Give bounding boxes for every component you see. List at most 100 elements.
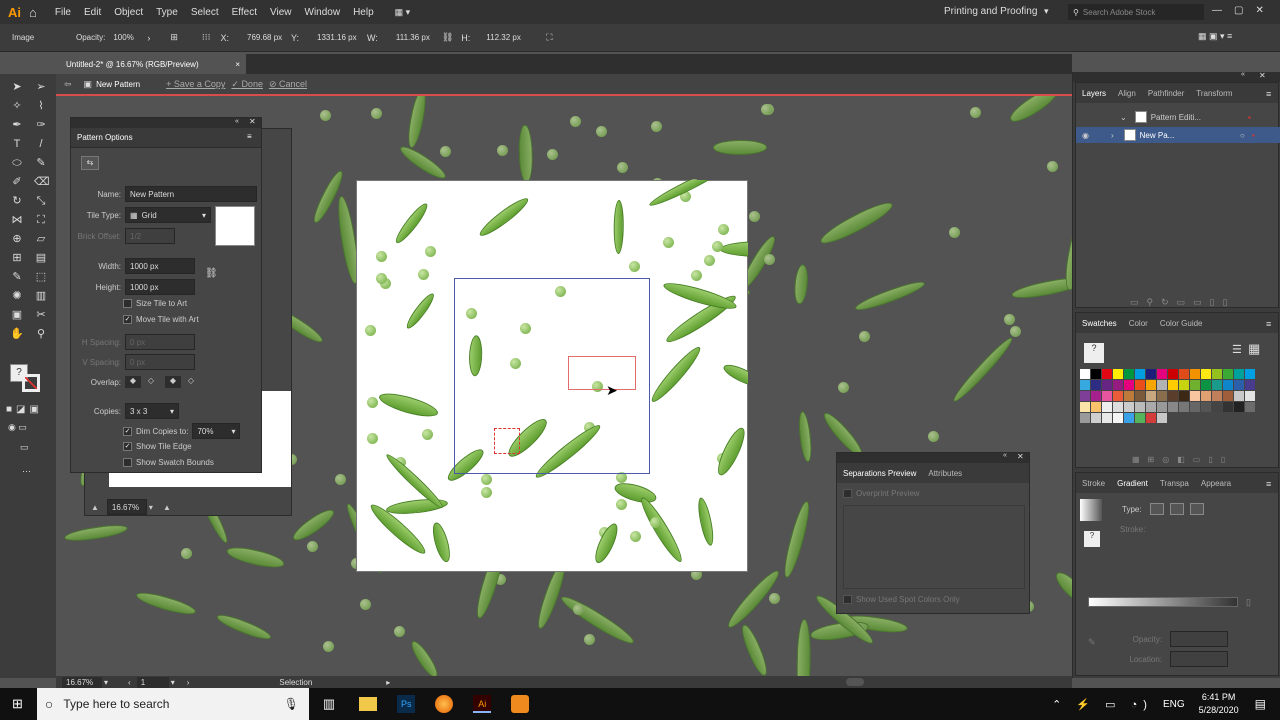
swatch-color[interactable] — [1113, 380, 1123, 390]
opacity-field[interactable]: 100% — [109, 30, 145, 46]
pattern-tile-tool-icon[interactable]: ⇆ — [81, 156, 99, 170]
swatch-color[interactable] — [1157, 380, 1167, 390]
selection-bounds[interactable] — [568, 356, 636, 390]
eyedropper-icon[interactable]: ✎ — [1088, 637, 1096, 648]
swatch-color[interactable] — [1190, 369, 1200, 379]
panel-menu-icon[interactable]: ▦ ▣ ▾ ≡ — [1198, 31, 1232, 42]
language-indicator[interactable]: ENG — [1163, 699, 1185, 710]
swatch-color[interactable] — [1102, 380, 1112, 390]
swatch-color[interactable] — [1179, 369, 1189, 379]
swatch-color[interactable] — [1157, 391, 1167, 401]
swatch-color[interactable] — [1146, 413, 1156, 423]
menu-edit[interactable]: Edit — [84, 7, 101, 18]
swatch-color[interactable] — [1245, 391, 1255, 401]
gradient-tool-icon[interactable]: ▤ — [34, 251, 48, 265]
tab-appeara[interactable]: Appeara — [1201, 479, 1231, 488]
selection-tool-icon[interactable]: ➤ — [10, 80, 24, 94]
swatch-color[interactable] — [1146, 402, 1156, 412]
eyedropper-tool-icon[interactable]: ✎ — [10, 270, 24, 284]
tab-transpa[interactable]: Transpa — [1160, 479, 1189, 488]
swatch-color[interactable] — [1091, 402, 1101, 412]
free-transform-tool-icon[interactable]: ⛶ — [34, 213, 48, 227]
swatch-color[interactable] — [1157, 369, 1167, 379]
panel-menu-icon[interactable]: ≡ — [1266, 319, 1271, 329]
h-field[interactable]: 112.32 px — [482, 30, 532, 46]
slice-tool-icon[interactable]: ✂ — [34, 308, 48, 322]
eye-icon[interactable]: ◉ — [1082, 131, 1089, 140]
align-icon[interactable]: ⊞ — [170, 32, 178, 43]
fill-stroke-swatch[interactable]: ? — [10, 364, 44, 394]
w-field[interactable]: 111.36 px — [392, 30, 442, 46]
list-view-icon[interactable]: ☰ — [1232, 343, 1242, 356]
tab-color[interactable]: Color — [1129, 319, 1148, 328]
swatch-color[interactable] — [1135, 380, 1145, 390]
overlap-bottom-icon[interactable]: ◇ — [183, 376, 199, 388]
swatch-color[interactable] — [1080, 402, 1090, 412]
next-artboard-icon[interactable]: › — [187, 678, 190, 687]
menu-object[interactable]: Object — [114, 7, 143, 18]
size-tile-checkbox[interactable]: Size Tile to Art — [123, 299, 187, 308]
swatch-color[interactable] — [1113, 402, 1123, 412]
close-panel-icon[interactable]: ✕ — [1017, 452, 1024, 461]
dim-copies-select[interactable]: 70% ▾ — [192, 423, 241, 439]
swatch-color[interactable] — [1102, 391, 1112, 401]
task-view-icon[interactable]: ▥ — [323, 696, 335, 712]
zoom-in-icon[interactable]: ▲ — [163, 503, 171, 512]
swatch-grid[interactable] — [1080, 369, 1260, 424]
tab-separations-preview[interactable]: Separations Preview — [843, 469, 916, 478]
swatch-color[interactable] — [1113, 369, 1123, 379]
menu-file[interactable]: File — [55, 7, 71, 18]
delete-stop-icon[interactable]: ▯ — [1246, 597, 1251, 608]
paintbrush-tool-icon[interactable]: ✎ — [34, 156, 48, 170]
tile-type-select[interactable]: ▦ Grid ▾ — [125, 207, 211, 223]
swatch-color[interactable] — [1223, 380, 1233, 390]
close-tab-button[interactable]: × — [235, 60, 240, 69]
chevron-right-icon[interactable]: › — [147, 33, 150, 43]
swatch-color[interactable] — [1179, 391, 1189, 401]
swatch-color[interactable] — [1135, 413, 1145, 423]
swatch-color[interactable] — [1146, 380, 1156, 390]
overlap-right-icon[interactable]: ◇ — [143, 376, 159, 388]
swatch-color[interactable] — [1179, 402, 1189, 412]
draw-mode-icon[interactable]: ◉ ▭ — [8, 422, 27, 433]
swatch-color[interactable] — [1201, 391, 1211, 401]
tab-color-guide[interactable]: Color Guide — [1160, 319, 1203, 328]
close-window-button[interactable]: ✕ — [1255, 5, 1275, 16]
gradient-preview-swatch[interactable] — [1080, 499, 1102, 521]
swatch-color[interactable] — [1223, 369, 1233, 379]
minimize-button[interactable]: — — [1212, 5, 1234, 16]
arrange-documents-icon[interactable]: ▦ ▾ — [395, 7, 411, 18]
symbol-sprayer-tool-icon[interactable]: ✺ — [10, 289, 24, 303]
swatch-color[interactable] — [1245, 402, 1255, 412]
artboard-number[interactable]: 1 — [136, 676, 169, 688]
swatch-color[interactable] — [1124, 380, 1134, 390]
firefox-icon[interactable] — [435, 695, 454, 713]
tab-stroke[interactable]: Stroke — [1082, 479, 1105, 488]
menu-view[interactable]: View — [270, 7, 292, 18]
swatch-color[interactable] — [1234, 380, 1244, 390]
swatch-color[interactable] — [1102, 402, 1112, 412]
copies-select[interactable]: 3 x 3 ▾ — [125, 403, 179, 419]
layer-row-pattern[interactable]: ⌄ Pattern Editi... ▪ — [1120, 111, 1251, 123]
y-field[interactable]: 1331.16 px — [313, 30, 367, 46]
cancel-button[interactable]: ⊘ Cancel — [269, 79, 307, 90]
zoom-out-icon[interactable]: ▲ — [91, 503, 99, 512]
swatch-color[interactable] — [1223, 402, 1233, 412]
overlap-left-icon[interactable]: ◆ — [125, 376, 141, 388]
perspective-tool-icon[interactable]: ▱ — [34, 232, 48, 246]
stock-search-input[interactable]: ⚲ Search Adobe Stock — [1068, 4, 1204, 20]
constrain-link-icon[interactable]: ⛓ — [442, 32, 453, 43]
show-tile-edge-checkbox[interactable]: ✓ Show Tile Edge — [123, 442, 192, 451]
radial-gradient-icon[interactable] — [1169, 503, 1184, 515]
shape-builder-tool-icon[interactable]: ⊕ — [10, 232, 24, 246]
menu-type[interactable]: Type — [156, 7, 178, 18]
swatch-color[interactable] — [1168, 391, 1178, 401]
link-dimensions-icon[interactable]: ⛓ — [205, 268, 218, 279]
clock[interactable]: 6:41 PM 5/28/2020 — [1199, 691, 1239, 717]
swatch-color[interactable] — [1201, 402, 1211, 412]
app-icon-orange[interactable] — [511, 695, 530, 713]
swatches-footer-icons[interactable]: ▦⊞◎◧▭▯▯ — [1132, 455, 1233, 464]
panel-menu-icon[interactable]: ≡ — [247, 132, 252, 141]
show-swatch-bounds-checkbox[interactable]: Show Swatch Bounds — [123, 458, 214, 467]
layers-footer-icons[interactable]: ▭⚲↻▭▭▯▯ — [1130, 297, 1236, 308]
